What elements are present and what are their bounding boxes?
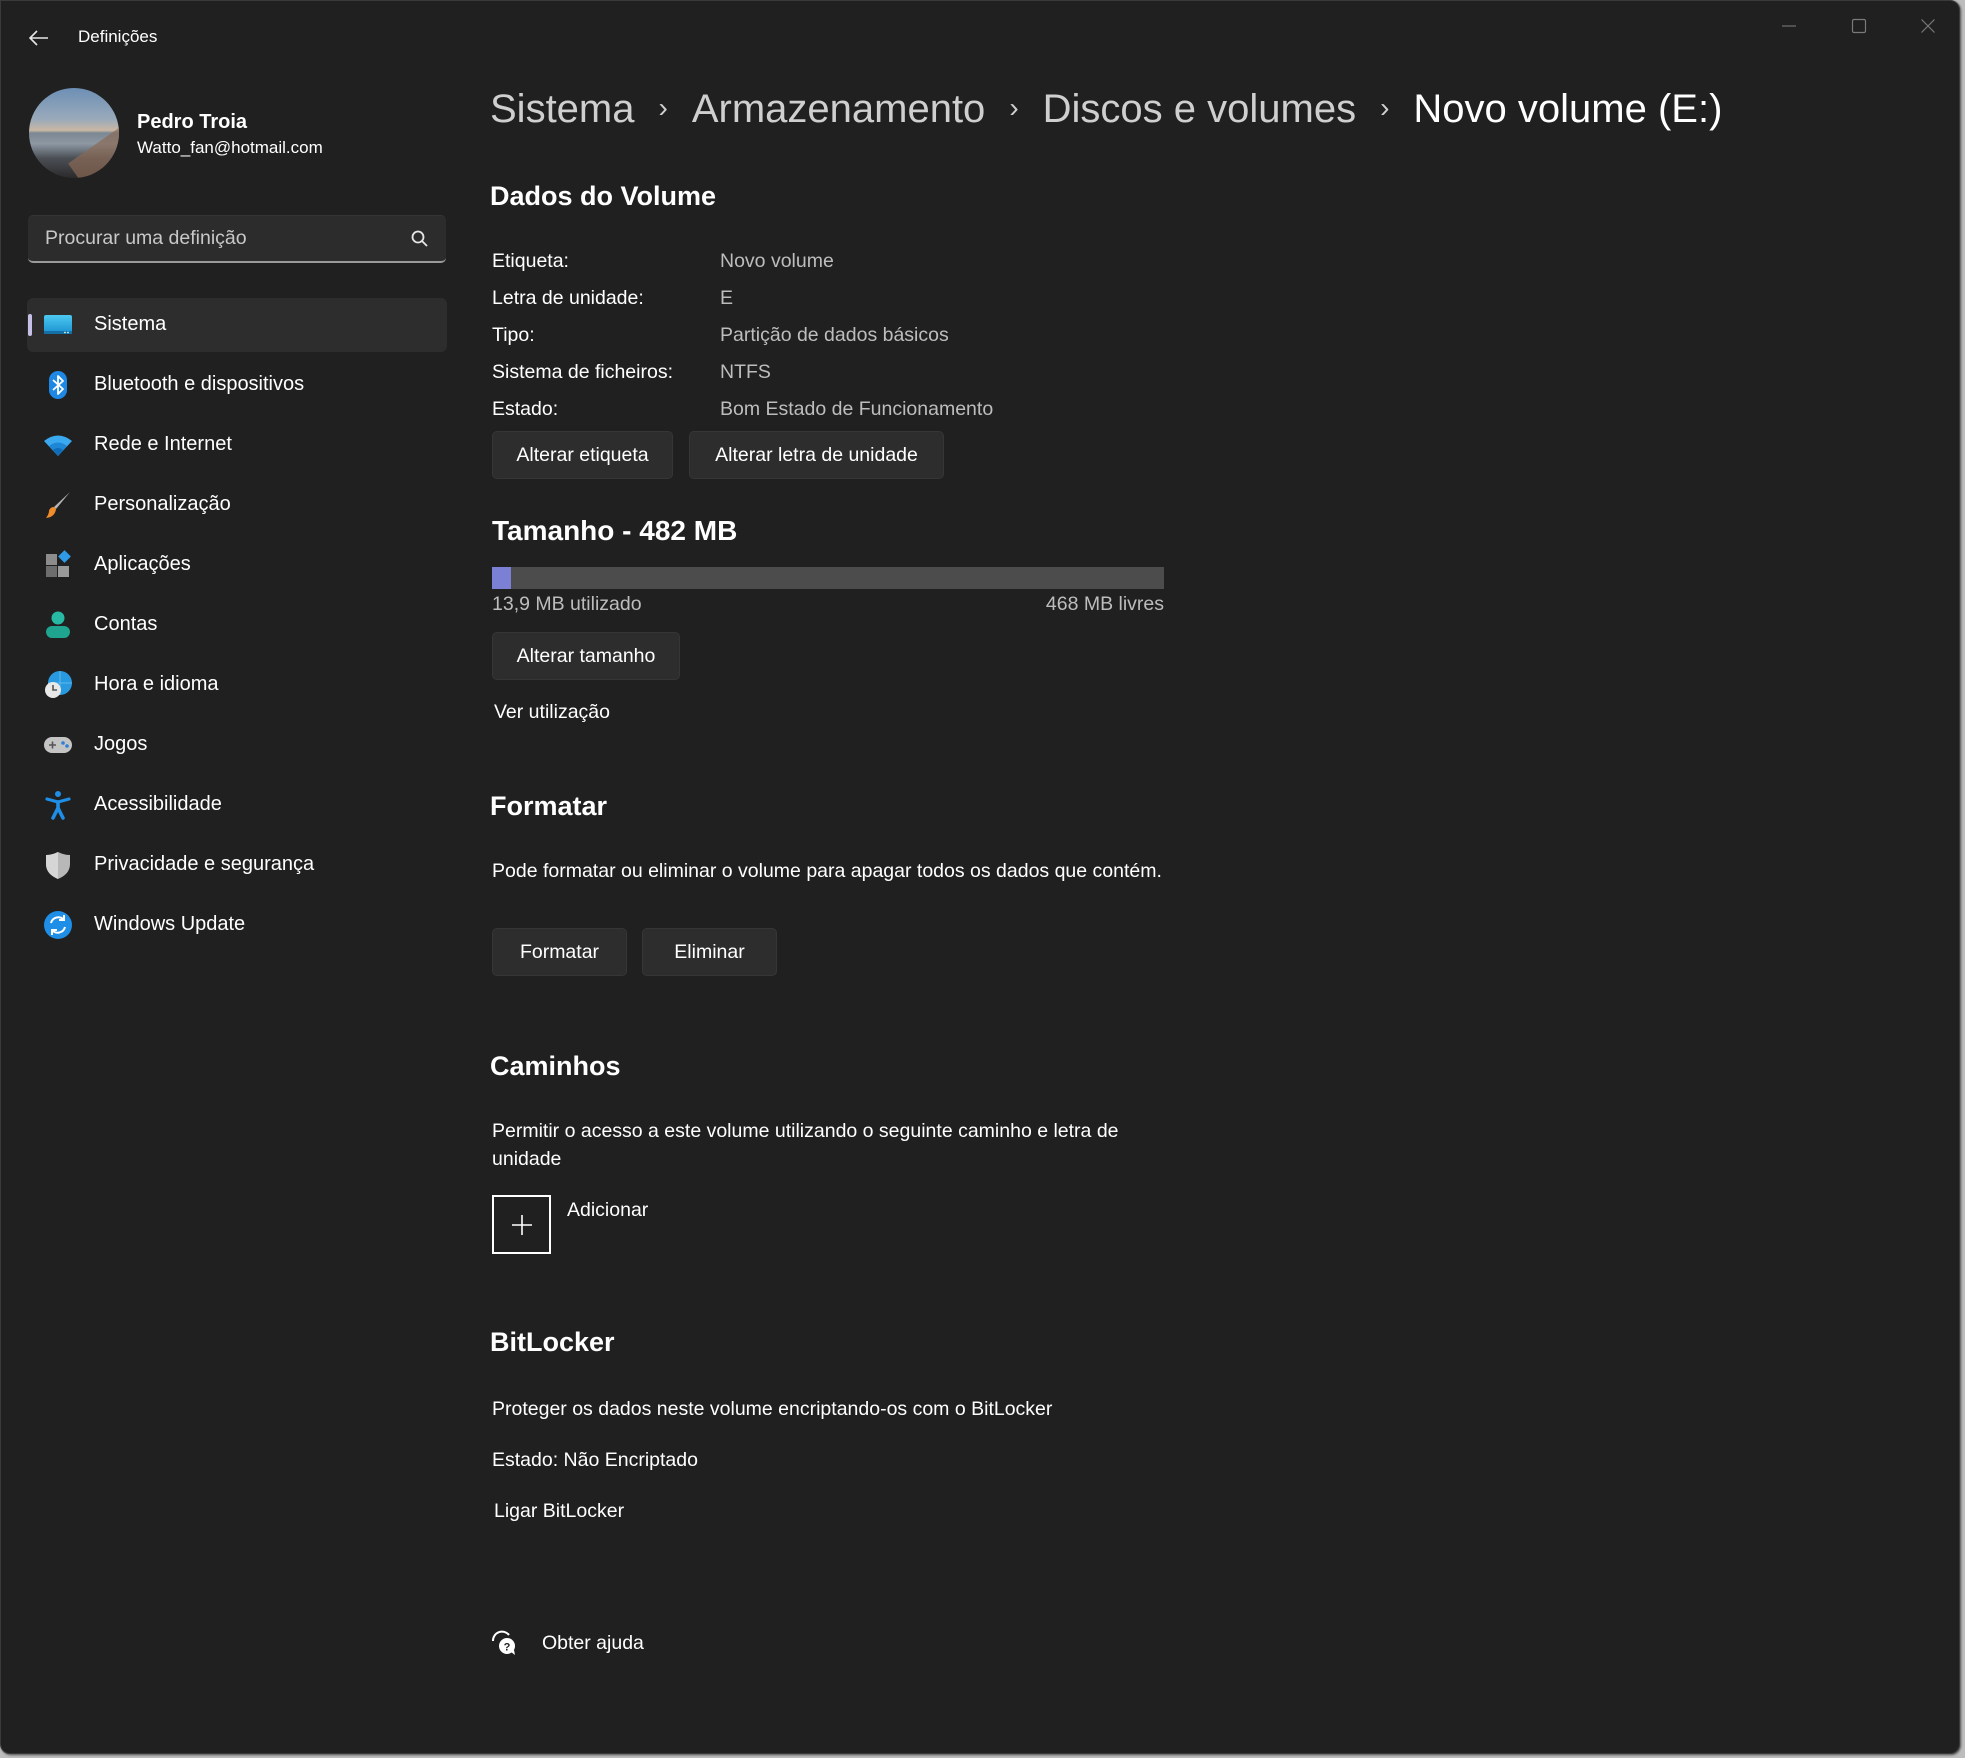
- back-button[interactable]: [23, 23, 55, 53]
- sidebar-item-label: Privacidade e segurança: [94, 853, 315, 875]
- close-button[interactable]: [1900, 9, 1956, 43]
- maximize-icon: [1851, 18, 1867, 34]
- sidebar-item-network[interactable]: Rede e Internet: [27, 418, 447, 472]
- sidebar-item-label: Jogos: [94, 733, 148, 755]
- add-path-label[interactable]: Adicionar: [567, 1199, 648, 1222]
- breadcrumb-sistema[interactable]: Sistema: [490, 87, 635, 132]
- sidebar-item-label: Personalização: [94, 493, 231, 515]
- format-description: Pode formatar ou eliminar o volume para …: [492, 860, 1162, 882]
- property-value: Partição de dados básicos: [720, 324, 949, 346]
- paths-description: Permitir o acesso a este volume utilizan…: [492, 1120, 1119, 1170]
- volume-data-heading: Dados do Volume: [490, 181, 717, 211]
- maximize-button[interactable]: [1831, 9, 1887, 43]
- search-icon[interactable]: [410, 229, 430, 249]
- sidebar-item-time-language[interactable]: Hora e idioma: [27, 658, 447, 712]
- shield-icon: [46, 852, 70, 879]
- selection-indicator: [28, 314, 32, 336]
- minimize-icon: [1782, 25, 1796, 27]
- user-email: Watto_fan@hotmail.com: [137, 138, 323, 157]
- help-button[interactable]: ?: [490, 1629, 520, 1659]
- sidebar-item-sistema[interactable]: Sistema: [27, 298, 447, 352]
- view-usage-link[interactable]: Ver utilização: [494, 701, 610, 724]
- svg-text:?: ?: [504, 1642, 511, 1654]
- sidebar-item-windows-update[interactable]: Windows Update: [27, 898, 447, 952]
- property-value: Bom Estado de Funcionamento: [720, 398, 994, 420]
- turn-on-bitlocker-link[interactable]: Ligar BitLocker: [494, 1500, 624, 1523]
- property-value: NTFS: [720, 361, 771, 383]
- search-box: [28, 215, 446, 263]
- property-value: Novo volume: [720, 250, 834, 272]
- sidebar-item-accessibility[interactable]: Acessibilidade: [27, 778, 447, 832]
- size-heading: Tamanho - 482 MB: [492, 515, 738, 546]
- breadcrumb-discos-volumes[interactable]: Discos e volumes: [1043, 87, 1356, 132]
- property-label: Sistema de ficheiros:: [492, 361, 673, 383]
- wifi-icon: [44, 435, 72, 456]
- apps-icon: [46, 550, 71, 577]
- person-icon: [46, 611, 70, 638]
- search-input[interactable]: [28, 216, 388, 260]
- update-icon: [44, 911, 72, 939]
- paintbrush-icon: [46, 492, 70, 518]
- accessibility-icon: [45, 791, 71, 820]
- property-label: Estado:: [492, 398, 559, 420]
- globe-clock-icon: [45, 671, 72, 698]
- sidebar-item-privacy[interactable]: Privacidade e segurança: [27, 838, 447, 892]
- change-drive-letter-button[interactable]: Alterar letra de unidade: [689, 431, 944, 479]
- sidebar-item-label: Aplicações: [94, 553, 191, 575]
- sidebar-item-label: Contas: [94, 613, 158, 635]
- sidebar-item-label: Windows Update: [94, 913, 246, 935]
- delete-button[interactable]: Eliminar: [642, 928, 777, 976]
- minimize-button[interactable]: [1761, 9, 1817, 43]
- property-label: Etiqueta:: [492, 250, 569, 272]
- sidebar-item-label: Sistema: [94, 313, 167, 335]
- property-label: Letra de unidade:: [492, 287, 644, 309]
- sidebar-item-label: Hora e idioma: [94, 673, 219, 695]
- property-label: Tipo:: [492, 324, 535, 346]
- page-title: Novo volume (E:): [1413, 87, 1723, 131]
- usage-bar: [492, 567, 1164, 589]
- sidebar-item-label: Bluetooth e dispositivos: [94, 373, 305, 395]
- sidebar-item-apps[interactable]: Aplicações: [27, 538, 447, 592]
- settings-window: Definições Pedro Troia Watto_fan@hotmail…: [0, 0, 1960, 1754]
- change-size-button[interactable]: Alterar tamanho: [492, 632, 680, 680]
- bluetooth-icon: [49, 371, 67, 399]
- app-title: Definições: [78, 27, 158, 46]
- sidebar-item-label: Rede e Internet: [94, 433, 232, 455]
- format-heading: Formatar: [490, 791, 608, 821]
- breadcrumb-armazenamento[interactable]: Armazenamento: [692, 87, 985, 132]
- system-display-icon: [44, 315, 72, 334]
- used-space-label: 13,9 MB utilizado: [492, 593, 642, 615]
- help-chat-icon: ?: [491, 1630, 515, 1655]
- chevron-right-icon: ›: [1009, 91, 1019, 123]
- free-space-label: 468 MB livres: [1045, 593, 1164, 615]
- breadcrumb: Sistema › Armazenamento › Discos e volum…: [490, 87, 1722, 132]
- bitlocker-heading: BitLocker: [490, 1327, 615, 1357]
- back-arrow-icon: [29, 30, 48, 46]
- sidebar-item-label: Acessibilidade: [94, 793, 222, 815]
- plus-icon: [511, 1214, 532, 1235]
- gamepad-icon: [44, 737, 72, 753]
- bitlocker-status: Estado: Não Encriptado: [492, 1449, 698, 1471]
- usage-bar-fill: [492, 567, 512, 589]
- paths-heading: Caminhos: [490, 1051, 621, 1081]
- chevron-right-icon: ›: [658, 91, 668, 123]
- bitlocker-description: Proteger os dados neste volume encriptan…: [492, 1398, 1053, 1420]
- property-value: E: [720, 287, 734, 309]
- sidebar-item-accounts[interactable]: Contas: [27, 598, 447, 652]
- sidebar-item-gaming[interactable]: Jogos: [27, 718, 447, 772]
- chevron-right-icon: ›: [1380, 91, 1390, 123]
- change-label-button[interactable]: Alterar etiqueta: [492, 431, 673, 479]
- user-name: Pedro Troia: [137, 111, 248, 133]
- sidebar-item-bluetooth[interactable]: Bluetooth e dispositivos: [27, 358, 447, 412]
- add-path-button[interactable]: [492, 1195, 551, 1254]
- avatar[interactable]: [29, 88, 119, 178]
- format-button[interactable]: Formatar: [492, 928, 627, 976]
- get-help-link[interactable]: Obter ajuda: [542, 1632, 644, 1655]
- close-icon: [1921, 19, 1935, 33]
- sidebar-item-personalization[interactable]: Personalização: [27, 478, 447, 532]
